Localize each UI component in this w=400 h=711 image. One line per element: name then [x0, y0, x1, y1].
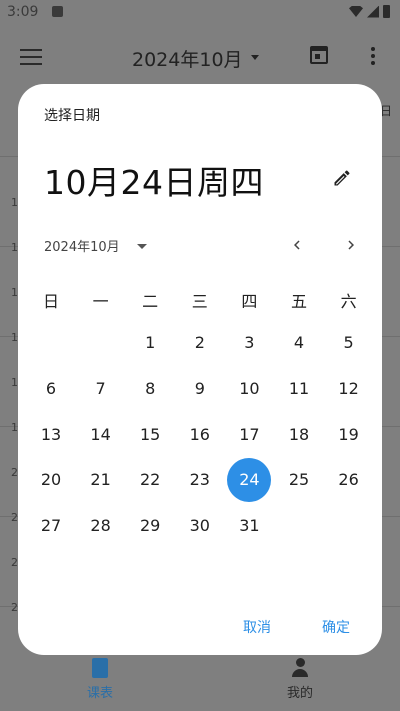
schedule-row-number: 2	[11, 601, 18, 614]
day-cell[interactable]: 1	[128, 321, 172, 365]
wifi-icon	[349, 6, 363, 17]
person-icon	[291, 658, 309, 678]
day-cell[interactable]: 5	[327, 321, 371, 365]
dialog-headline-label: 选择日期	[44, 108, 100, 124]
day-cell[interactable]: 18	[277, 413, 321, 457]
day-cell[interactable]: 23	[178, 458, 222, 502]
day-cell[interactable]: 15	[128, 413, 172, 457]
schedule-row-number: 2	[11, 466, 18, 479]
day-cell[interactable]: 2	[178, 321, 222, 365]
chevron-left-icon[interactable]	[288, 236, 306, 254]
day-cell[interactable]: 3	[227, 321, 271, 365]
nav-item-label: 课表	[86, 686, 113, 701]
schedule-row-number: 1	[11, 286, 18, 299]
book-icon	[92, 658, 108, 678]
day-cell[interactable]: 7	[79, 367, 123, 411]
day-cell[interactable]: 17	[227, 413, 271, 457]
date-picker-dialog: 选择日期 10月24日周四 2024年10月 日一二三四五六 123456789…	[18, 84, 382, 655]
app-bar: 2024年10月	[0, 26, 400, 86]
day-cell[interactable]: 22	[128, 458, 172, 502]
schedule-row-number: 1	[11, 331, 18, 344]
day-cell[interactable]: 8	[128, 367, 172, 411]
weekday-label: 一	[92, 292, 109, 311]
status-bar: 3:09	[0, 0, 400, 26]
day-cell[interactable]: 28	[79, 504, 123, 548]
month-year-selector[interactable]: 2024年10月	[44, 236, 120, 255]
signal-icon	[367, 5, 379, 18]
confirm-button[interactable]: 确定	[322, 617, 350, 637]
calendar-icon[interactable]	[310, 46, 328, 64]
day-cell[interactable]: 26	[327, 458, 371, 502]
weekday-label: 三	[191, 292, 208, 311]
menu-icon[interactable]	[20, 49, 42, 65]
weekday-label: 五	[290, 292, 307, 311]
day-cell[interactable]: 13	[29, 413, 73, 457]
weekday-header: 日一二三四五六	[26, 288, 376, 312]
day-cell[interactable]: 20	[29, 458, 73, 502]
day-cell[interactable]: 30	[178, 504, 222, 548]
day-cell[interactable]: 14	[79, 413, 123, 457]
day-cell[interactable]: 21	[79, 458, 123, 502]
battery-icon	[383, 5, 390, 18]
day-cell[interactable]: 29	[128, 504, 172, 548]
day-cell[interactable]: 12	[327, 367, 371, 411]
day-cell[interactable]: 19	[327, 413, 371, 457]
day-cell[interactable]: 31	[227, 504, 271, 548]
status-time: 3:09	[7, 4, 39, 20]
more-vert-icon[interactable]	[371, 47, 375, 68]
weekday-label: 日	[42, 292, 59, 311]
notification-icon	[52, 6, 63, 17]
day-cell[interactable]: 10	[227, 367, 271, 411]
caret-down-icon[interactable]	[137, 244, 147, 249]
schedule-row-number: 1	[11, 376, 18, 389]
day-cell[interactable]: 11	[277, 367, 321, 411]
app-bar-month-title[interactable]: 2024年10月	[132, 45, 243, 72]
weekday-label: 四	[241, 292, 258, 311]
schedule-row-number: 1	[11, 421, 18, 434]
chevron-right-icon[interactable]	[342, 236, 360, 254]
day-cell[interactable]: 9	[178, 367, 222, 411]
pencil-icon[interactable]	[332, 168, 352, 188]
day-cell[interactable]: 4	[277, 321, 321, 365]
weekday-label: 二	[142, 292, 159, 311]
selected-date-text: 10月24日周四	[44, 163, 264, 202]
nav-item-label: 我的	[286, 686, 313, 701]
day-cell[interactable]: 6	[29, 367, 73, 411]
status-icons	[349, 5, 390, 18]
bottom-navigation: 课表 我的	[0, 646, 400, 711]
cancel-button[interactable]: 取消	[243, 617, 271, 637]
chevron-down-icon[interactable]	[251, 55, 259, 60]
schedule-row-number: 1	[11, 241, 18, 254]
day-cell[interactable]: 27	[29, 504, 73, 548]
schedule-row-number: 1	[11, 196, 18, 209]
schedule-row-number: 2	[11, 511, 18, 524]
day-cell-selected[interactable]: 24	[227, 458, 272, 503]
day-cell[interactable]: 16	[178, 413, 222, 457]
day-cell[interactable]: 25	[277, 458, 321, 502]
schedule-row-number: 2	[11, 556, 18, 569]
weekday-label: 六	[340, 292, 357, 311]
